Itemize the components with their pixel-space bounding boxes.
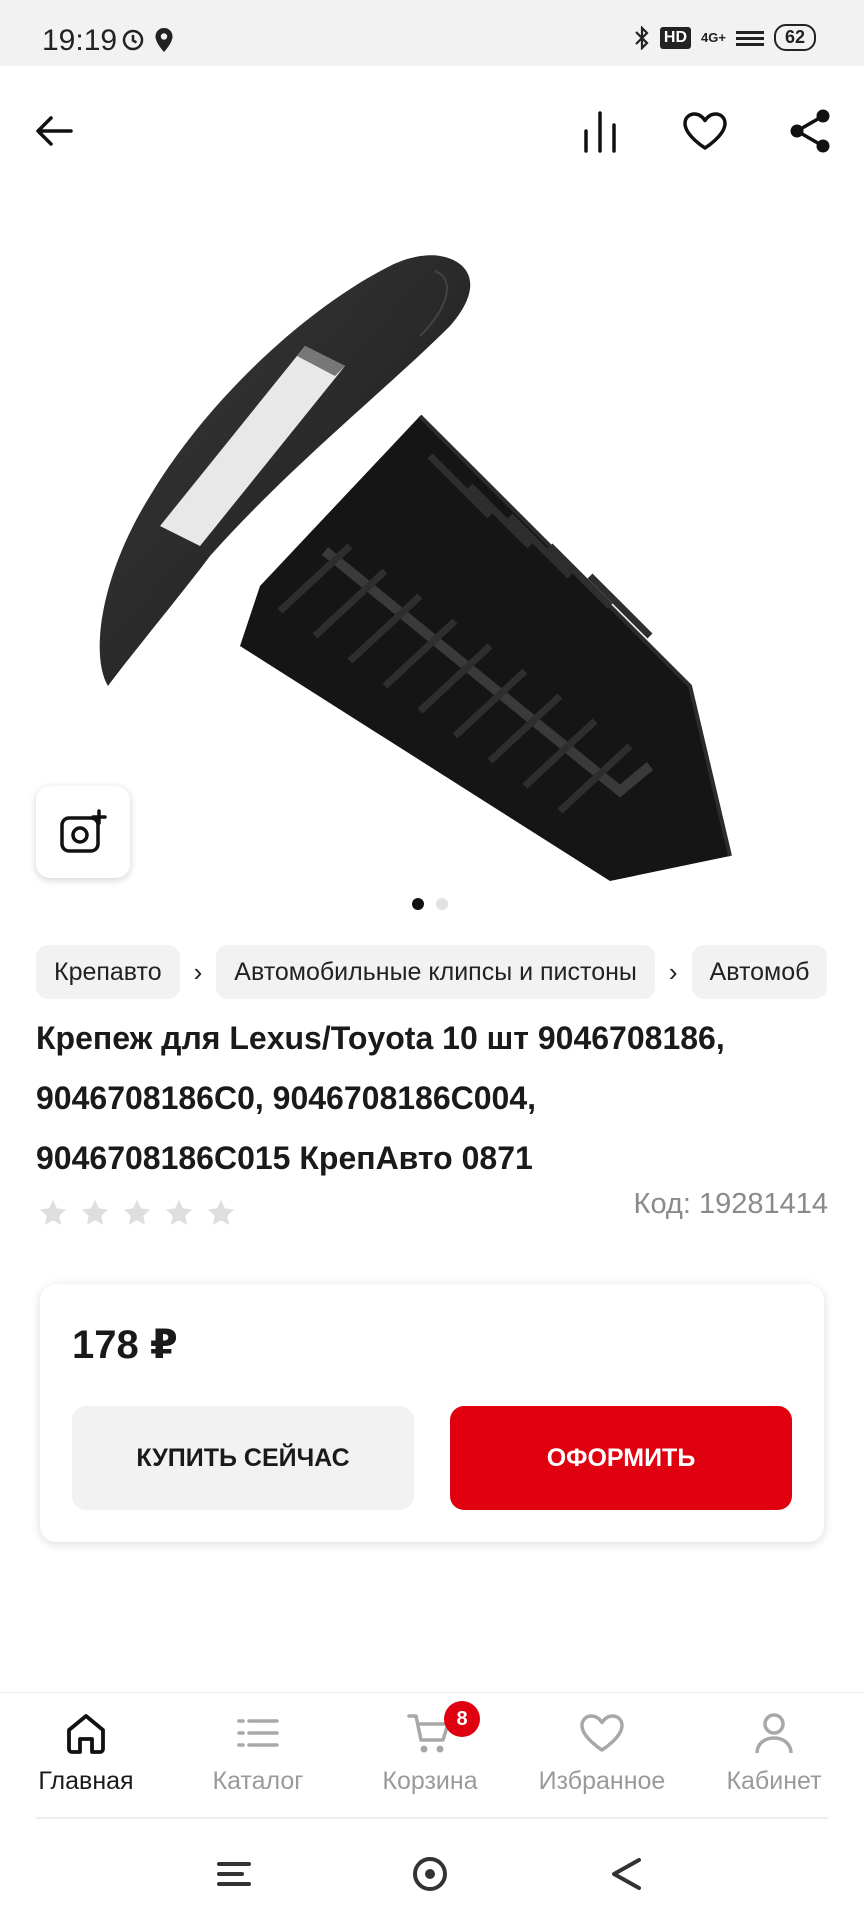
- circle-home-icon: [413, 1857, 447, 1891]
- breadcrumb-item-category[interactable]: Автомобильные клипсы и пистоны: [216, 945, 655, 999]
- clock-icon: [122, 29, 144, 51]
- price-card: 178 ₽ КУПИТЬ СЕЙЧАС ОФОРМИТЬ: [40, 1284, 824, 1542]
- nav-label: Избранное: [538, 1767, 666, 1795]
- catalog-list-icon: [237, 1719, 279, 1747]
- back-button[interactable]: [24, 101, 84, 161]
- rating-stars[interactable]: [38, 1198, 236, 1228]
- breadcrumb-item-subcategory[interactable]: Автомоб: [691, 945, 828, 999]
- home-icon: [67, 1714, 105, 1754]
- nav-item-cart[interactable]: 8 Корзина: [344, 1701, 516, 1809]
- bottom-navigation: Главная Каталог 8 Корзина Избранное Каби…: [0, 1692, 864, 1820]
- nav-label: Кабинет: [726, 1767, 822, 1795]
- product-title-line: 9046708186C0, 9046708186C004,: [36, 1080, 537, 1116]
- status-right-icons: HD 4G+ 62: [634, 24, 816, 51]
- home-system-button[interactable]: [406, 1850, 454, 1898]
- nav-item-favorites[interactable]: Избранное: [516, 1709, 688, 1809]
- nav-item-home[interactable]: Главная: [0, 1709, 172, 1809]
- user-icon: [755, 1713, 793, 1754]
- heart-icon: [683, 112, 727, 150]
- star-icon: [165, 1199, 193, 1225]
- top-app-bar: [0, 66, 864, 196]
- chevron-right-icon: ›: [193, 956, 203, 987]
- chevron-right-icon: ›: [668, 956, 678, 987]
- gallery-dot-active[interactable]: [412, 898, 424, 910]
- recent-apps-button[interactable]: [210, 1850, 258, 1898]
- cart-badge: 8: [444, 1701, 480, 1737]
- nav-label: Главная: [38, 1767, 134, 1795]
- buy-now-button[interactable]: КУПИТЬ СЕЙЧАС: [72, 1406, 414, 1510]
- status-left-icons: [122, 27, 174, 53]
- location-pin-icon: [155, 28, 173, 52]
- star-icon: [39, 1199, 67, 1225]
- share-button[interactable]: [780, 101, 840, 161]
- menu-lines-icon: [217, 1862, 251, 1886]
- product-code: Код: 19281414: [633, 1188, 828, 1220]
- share-icon: [790, 109, 830, 153]
- breadcrumb: Крепавто › Автомобильные клипсы и пистон…: [36, 945, 864, 999]
- star-icon: [123, 1199, 151, 1225]
- battery-indicator: 62: [773, 24, 816, 51]
- signal-icon: [735, 30, 764, 46]
- compare-icon: [584, 111, 616, 153]
- back-system-button[interactable]: [602, 1850, 650, 1898]
- hd-badge: HD: [659, 26, 692, 49]
- nav-label: Каталог: [212, 1767, 304, 1795]
- product-title: Крепеж для Lexus/Toyota 10 шт 9046708186…: [36, 1008, 836, 1188]
- gallery-pagination: [412, 898, 448, 910]
- product-image: [99, 255, 732, 881]
- star-icon: [207, 1199, 235, 1225]
- compare-button[interactable]: [570, 101, 630, 161]
- price: 178 ₽: [72, 1323, 178, 1367]
- system-navigation-bar: [0, 1820, 864, 1920]
- bluetooth-icon: [635, 25, 649, 50]
- status-time: 19:19: [42, 24, 118, 57]
- nav-item-account[interactable]: Кабинет: [688, 1709, 860, 1809]
- heart-icon: [580, 1714, 624, 1752]
- photo-search-button[interactable]: [36, 786, 130, 878]
- star-icon: [81, 1199, 109, 1225]
- product-gallery[interactable]: [0, 196, 864, 916]
- divider: [36, 1817, 828, 1819]
- checkout-button[interactable]: ОФОРМИТЬ: [450, 1406, 792, 1510]
- gallery-dot[interactable]: [436, 898, 448, 910]
- nav-item-catalog[interactable]: Каталог: [172, 1709, 344, 1809]
- triangle-back-icon: [612, 1858, 641, 1890]
- product-title-line: 9046708186C015 КрепАвто 0871: [36, 1140, 533, 1176]
- favorite-button[interactable]: [675, 101, 735, 161]
- breadcrumb-item-brand[interactable]: Крепавто: [36, 945, 180, 999]
- status-bar: 19:19 HD 4G+ 62: [0, 0, 864, 66]
- nav-label: Корзина: [382, 1767, 478, 1795]
- camera-plus-icon: [60, 809, 107, 853]
- signal-label: 4G+: [701, 30, 726, 45]
- cart-icon-wrapper: 8: [406, 1701, 480, 1757]
- back-arrow-icon: [36, 116, 73, 146]
- product-title-line: Крепеж для Lexus/Toyota 10 шт 9046708186…: [36, 1020, 725, 1056]
